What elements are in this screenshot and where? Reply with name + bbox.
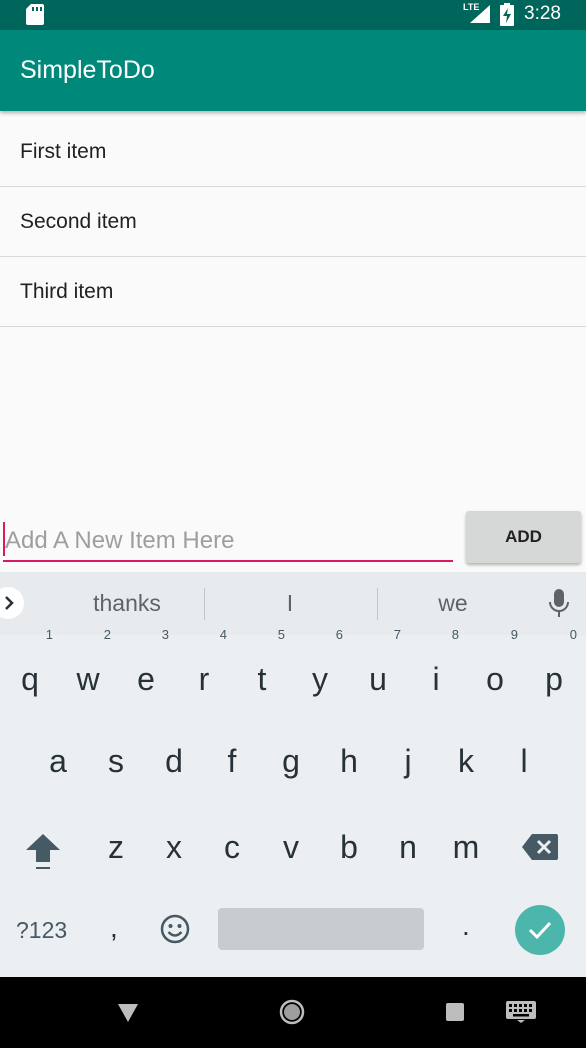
period-key[interactable]: . xyxy=(462,910,470,942)
key-hint: 2 xyxy=(103,627,111,642)
emoji-icon[interactable] xyxy=(160,914,190,944)
key-hint: 9 xyxy=(510,627,518,642)
key-c[interactable]: c xyxy=(203,812,261,882)
key-s[interactable]: s xyxy=(87,726,145,796)
list-item[interactable]: First item xyxy=(0,117,586,187)
key-j[interactable]: j xyxy=(379,726,437,796)
spacebar[interactable] xyxy=(218,908,424,950)
key-hint: 6 xyxy=(335,627,343,642)
key-x[interactable]: x xyxy=(145,812,203,882)
sd-card-icon xyxy=(26,4,44,25)
add-button[interactable]: ADD xyxy=(466,511,581,563)
key-u[interactable]: 7u xyxy=(349,628,407,714)
key-i[interactable]: 8i xyxy=(407,628,465,714)
keyboard-icon[interactable] xyxy=(506,1001,536,1023)
key-l[interactable]: l xyxy=(495,726,553,796)
new-item-bar: ADD xyxy=(0,508,586,572)
status-bar: LTE 3:28 xyxy=(0,0,586,30)
key-k[interactable]: k xyxy=(437,726,495,796)
comma-key[interactable]: , xyxy=(110,912,118,944)
new-item-input[interactable] xyxy=(3,522,453,562)
key-n[interactable]: n xyxy=(379,812,437,882)
key-q[interactable]: 1q xyxy=(1,628,59,714)
enter-key[interactable] xyxy=(515,905,565,955)
key-hint: 1 xyxy=(45,627,53,642)
key-o[interactable]: 9o xyxy=(466,628,524,714)
suggestion-expand-button[interactable] xyxy=(0,587,24,619)
symbols-key[interactable]: ?123 xyxy=(16,917,67,944)
key-label: t xyxy=(257,661,267,697)
nav-home-icon[interactable] xyxy=(279,999,305,1025)
key-label: y xyxy=(312,661,328,697)
suggestion-strip: thanks I we xyxy=(0,572,586,635)
key-hint: 7 xyxy=(393,627,401,642)
suggestion-2[interactable]: I xyxy=(220,590,360,617)
key-p[interactable]: 0p xyxy=(525,628,583,714)
suggestion-divider xyxy=(204,588,205,620)
text-cursor xyxy=(3,522,5,556)
key-label: w xyxy=(76,661,100,697)
key-hint: 3 xyxy=(161,627,169,642)
list-item-label: Second item xyxy=(20,210,137,233)
key-label: e xyxy=(137,661,155,697)
key-g[interactable]: g xyxy=(262,726,320,796)
key-h[interactable]: h xyxy=(320,726,378,796)
app-title: SimpleToDo xyxy=(20,56,155,84)
key-label: q xyxy=(21,661,39,697)
key-t[interactable]: 5t xyxy=(233,628,291,714)
key-v[interactable]: v xyxy=(262,812,320,882)
battery-charging-icon xyxy=(500,3,514,26)
key-y[interactable]: 6y xyxy=(291,628,349,714)
list-item[interactable]: Second item xyxy=(0,187,586,257)
shift-icon[interactable] xyxy=(24,832,62,872)
nav-recents-icon[interactable] xyxy=(446,1003,464,1021)
key-label: r xyxy=(198,661,210,697)
key-z[interactable]: z xyxy=(87,812,145,882)
soft-keyboard: thanks I we 1q 2w 3e 4r 5t 6y 7u 8i 9o 0… xyxy=(0,572,586,977)
signal-icon xyxy=(470,5,490,23)
key-label: p xyxy=(545,661,563,697)
app-bar: SimpleToDo xyxy=(0,30,586,111)
key-d[interactable]: d xyxy=(145,726,203,796)
key-hint: 5 xyxy=(277,627,285,642)
key-hint: 4 xyxy=(219,627,227,642)
chevron-right-icon xyxy=(5,596,14,610)
mic-icon[interactable] xyxy=(548,589,570,619)
key-label: o xyxy=(486,661,504,697)
list-item-label: First item xyxy=(20,140,107,163)
status-time: 3:28 xyxy=(524,3,561,24)
todo-list: First item Second item Third item xyxy=(0,117,586,327)
key-f[interactable]: f xyxy=(203,726,261,796)
nav-back-icon[interactable] xyxy=(118,1004,138,1022)
key-m[interactable]: m xyxy=(437,812,495,882)
list-item-label: Third item xyxy=(20,280,114,303)
key-label: i xyxy=(432,661,440,697)
suggestion-divider xyxy=(377,588,378,620)
suggestion-1[interactable]: thanks xyxy=(57,590,197,617)
key-label: u xyxy=(369,661,387,697)
key-a[interactable]: a xyxy=(29,726,87,796)
key-w[interactable]: 2w xyxy=(59,628,117,714)
key-e[interactable]: 3e xyxy=(117,628,175,714)
key-b[interactable]: b xyxy=(320,812,378,882)
backspace-icon[interactable] xyxy=(522,834,558,860)
navigation-bar xyxy=(0,977,586,1048)
check-icon xyxy=(528,921,552,940)
key-hint: 0 xyxy=(569,627,577,642)
suggestion-3[interactable]: we xyxy=(383,590,523,617)
key-hint: 8 xyxy=(451,627,459,642)
key-r[interactable]: 4r xyxy=(175,628,233,714)
list-item[interactable]: Third item xyxy=(0,257,586,327)
